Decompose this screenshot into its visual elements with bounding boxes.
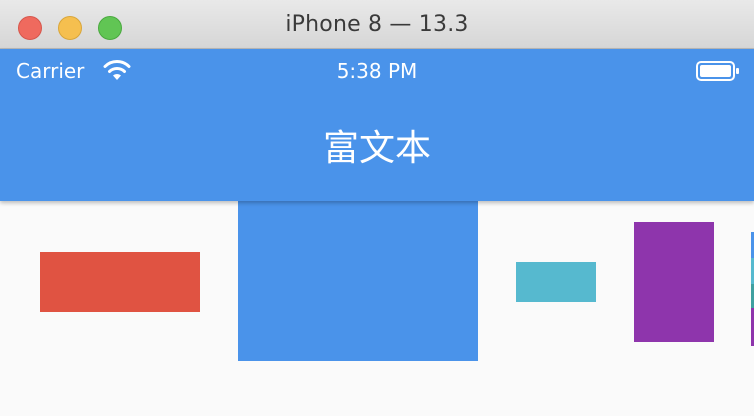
- cyan-block: [516, 262, 596, 302]
- content-area: [0, 201, 754, 416]
- red-block: [40, 252, 200, 312]
- status-time: 5:38 PM: [336, 59, 418, 83]
- purple-block: [634, 222, 714, 342]
- window-titlebar: iPhone 8 — 13.3: [0, 0, 754, 49]
- battery-icon: [696, 61, 739, 81]
- app-bar: Carrier 5:38 PM 富文本: [0, 49, 754, 201]
- page-title: 富文本: [322, 128, 431, 169]
- blue-block: [238, 201, 478, 361]
- window-title: iPhone 8 — 13.3: [285, 12, 469, 37]
